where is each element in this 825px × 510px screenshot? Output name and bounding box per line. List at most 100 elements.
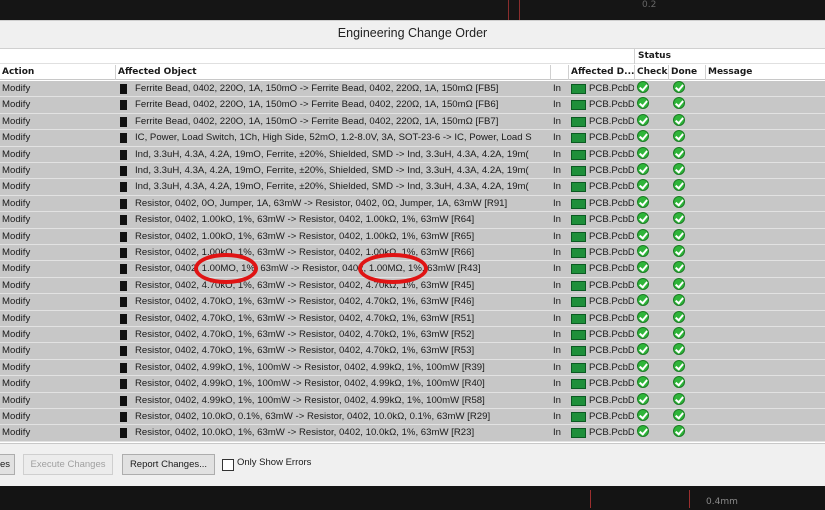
table-row[interactable]: Modify Ferrite Bead, 0402, 220O, 1A, 150m… [0, 81, 825, 98]
pcb-dimension-label: 0.4mm [706, 497, 738, 507]
row-affected-document: PCB.PcbD [589, 99, 634, 111]
table-row[interactable]: Modify Resistor, 0402, 4.70kO, 1%, 63mW -… [0, 294, 825, 311]
check-ok-icon [637, 392, 649, 405]
pcb-document-icon [571, 297, 586, 308]
table-row[interactable]: Modify Resistor, 0402, 4.99kO, 1%, 100mW … [0, 392, 825, 409]
done-ok-icon [673, 376, 685, 389]
table-row[interactable]: Modify Resistor, 0402, 10.0kO, 0.1%, 63mW… [0, 409, 825, 426]
check-ok-icon [637, 228, 649, 241]
row-action: Modify [2, 83, 31, 94]
table-row[interactable]: Modify Resistor, 0402, 1.00MO, 1%, 63mW -… [0, 261, 825, 278]
row-action: Modify [2, 247, 31, 258]
component-icon [120, 297, 127, 308]
done-ok-icon [673, 343, 685, 356]
table-row[interactable]: Modify Resistor, 0402, 0O, Jumper, 1A, 63… [0, 195, 825, 213]
pcb-trace [590, 490, 690, 508]
table-row[interactable]: Modify Resistor, 0402, 10.0kO, 1%, 63mW -… [0, 425, 825, 442]
table-row[interactable]: Modify Ind, 3.3uH, 4.3A, 4.2A, 19mO, Ferr… [0, 163, 825, 180]
component-icon [120, 346, 127, 357]
row-affected-object: Ind, 3.3uH, 4.3A, 4.2A, 19mO, Ferrite, ±… [135, 148, 529, 160]
table-row[interactable]: Modify Resistor, 0402, 4.70kO, 1%, 63mW -… [0, 327, 825, 344]
row-in: In [553, 247, 562, 258]
pcb-document-icon [571, 379, 586, 390]
row-in: In [553, 181, 562, 193]
component-icon [120, 330, 127, 340]
table-row[interactable]: Modify Resistor, 0402, 1.00kO, 1%, 63mW -… [0, 245, 825, 262]
pcb-document-icon [571, 412, 586, 422]
row-affected-document: PCB.PcbD [589, 230, 634, 242]
row-affected-object: Ferrite Bead, 0402, 220O, 1A, 150mO -> F… [135, 115, 499, 127]
execute-changes-button[interactable]: Execute Changes [23, 454, 113, 475]
row-action: Modify [2, 230, 31, 242]
pcb-canvas-bottom: 0.4mm [0, 486, 825, 510]
col-header-affected-document[interactable]: Affected D... [568, 65, 634, 80]
validate-changes-button[interactable]: es [0, 454, 15, 475]
pcb-document-icon [571, 346, 586, 357]
row-action: Modify [2, 165, 31, 176]
row-affected-object: Resistor, 0402, 1.00kO, 1%, 63mW -> Resi… [135, 214, 475, 226]
row-affected-document: PCB.PcbD [589, 394, 634, 406]
col-header-blank[interactable] [550, 65, 568, 80]
report-changes-button[interactable]: Report Changes... [122, 454, 215, 475]
done-ok-icon [673, 425, 685, 438]
table-row[interactable]: Modify Ind, 3.3uH, 4.3A, 4.2A, 19mO, Ferr… [0, 179, 825, 196]
done-ok-icon [673, 163, 685, 175]
col-header-action[interactable]: Action [0, 65, 115, 80]
row-affected-object: Resistor, 0402, 1.00kO, 1%, 63mW -> Resi… [135, 247, 475, 258]
table-row[interactable]: Modify IC, Power, Load Switch, 1Ch, High … [0, 130, 825, 147]
check-ok-icon [637, 113, 649, 126]
table-row[interactable]: Modify Resistor, 0402, 4.99kO, 1%, 100mW … [0, 376, 825, 393]
component-icon [120, 280, 127, 291]
component-icon [120, 182, 127, 193]
check-ok-icon [637, 81, 649, 93]
row-affected-object: IC, Power, Load Switch, 1Ch, High Side, … [135, 132, 532, 144]
check-ok-icon [637, 409, 649, 421]
table-row[interactable]: Modify Resistor, 0402, 4.70kO, 1%, 63mW -… [0, 310, 825, 327]
pcb-document-icon [571, 166, 586, 176]
component-icon [120, 133, 127, 144]
pcb-document-icon [571, 313, 586, 324]
table-row[interactable]: Modify Resistor, 0402, 1.00kO, 1%, 63mW -… [0, 212, 825, 229]
component-icon [120, 379, 127, 390]
col-header-check[interactable]: Check [634, 65, 668, 80]
row-action: Modify [2, 312, 31, 324]
component-icon [120, 116, 127, 127]
table-row[interactable]: Modify Resistor, 0402, 4.70kO, 1%, 63mW -… [0, 343, 825, 360]
col-header-message[interactable]: Message [705, 65, 825, 80]
row-affected-document: PCB.PcbD [589, 329, 634, 340]
check-ok-icon [637, 294, 649, 307]
row-in: In [553, 99, 562, 111]
row-affected-document: PCB.PcbD [589, 427, 634, 439]
done-ok-icon [673, 195, 685, 208]
done-ok-icon [673, 146, 685, 159]
row-in: In [553, 132, 562, 144]
col-header-affected-object[interactable]: Affected Object [115, 65, 550, 80]
check-ok-icon [637, 245, 649, 257]
check-ok-icon [637, 277, 649, 290]
only-show-errors-label[interactable]: Only Show Errors [237, 457, 311, 468]
done-ok-icon [673, 245, 685, 257]
changes-grid[interactable]: Status Action Affected Object Affected D… [0, 48, 825, 444]
pcb-document-icon [571, 133, 586, 144]
table-row[interactable]: Modify Ind, 3.3uH, 4.3A, 4.2A, 19mO, Ferr… [0, 146, 825, 163]
status-group-header: Status [634, 49, 825, 64]
row-in: In [553, 83, 562, 94]
table-row[interactable]: Modify Ferrite Bead, 0402, 220O, 1A, 150m… [0, 97, 825, 114]
table-row[interactable]: Modify Resistor, 0402, 1.00kO, 1%, 63mW -… [0, 228, 825, 245]
table-row[interactable]: Modify Resistor, 0402, 4.99kO, 1%, 100mW … [0, 359, 825, 377]
col-header-done[interactable]: Done [668, 65, 705, 80]
row-action: Modify [2, 345, 31, 357]
component-icon [120, 166, 127, 176]
row-affected-document: PCB.PcbD [589, 296, 634, 308]
check-ok-icon [637, 359, 649, 372]
only-show-errors-checkbox[interactable] [222, 459, 234, 471]
row-in: In [553, 279, 562, 291]
table-row[interactable]: Modify Resistor, 0402, 4.70kO, 1%, 63mW -… [0, 277, 825, 295]
table-row[interactable]: Modify Ferrite Bead, 0402, 220O, 1A, 150m… [0, 113, 825, 131]
component-icon [120, 149, 127, 160]
row-affected-object: Resistor, 0402, 4.70kO, 1%, 63mW -> Resi… [135, 312, 475, 324]
column-header-row: Action Affected Object Affected D... Che… [0, 65, 825, 80]
row-affected-document: PCB.PcbD [589, 148, 634, 160]
row-action: Modify [2, 411, 31, 422]
row-affected-object: Ferrite Bead, 0402, 220O, 1A, 150mO -> F… [135, 83, 499, 94]
